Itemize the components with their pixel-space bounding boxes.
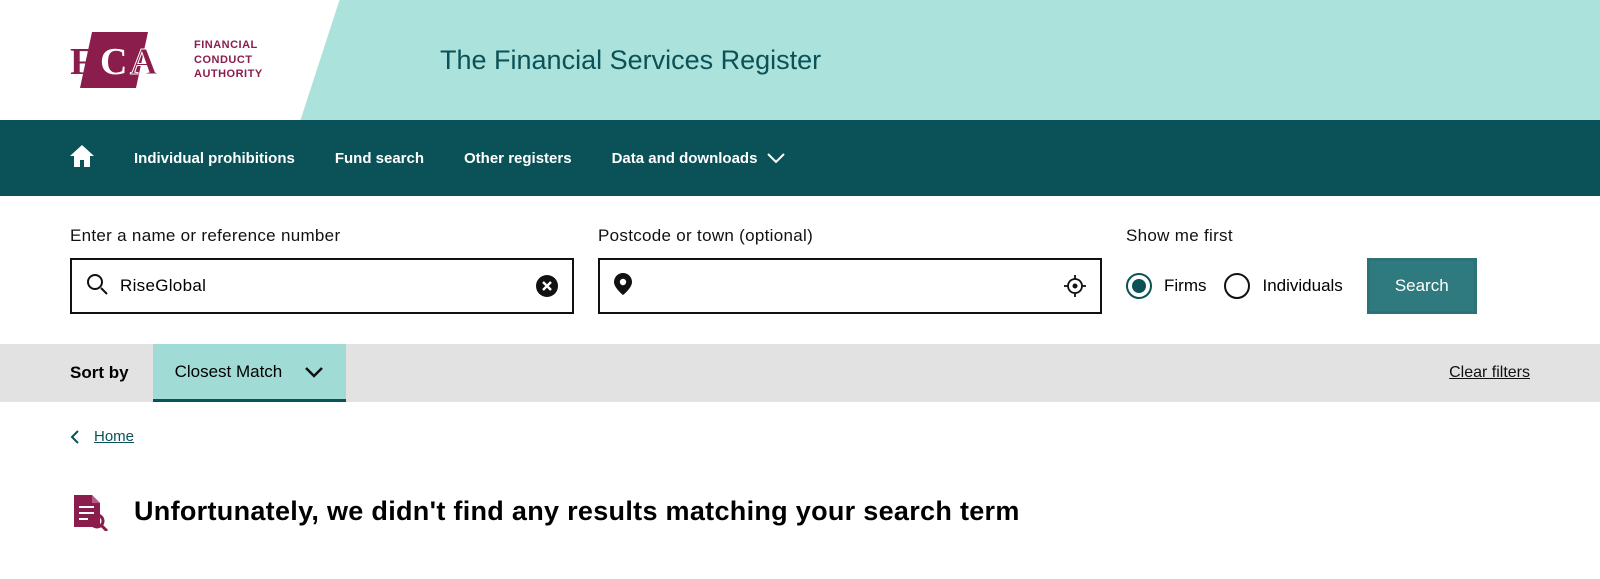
- nav-item-other-registers[interactable]: Other registers: [464, 150, 572, 167]
- breadcrumb: Home: [0, 402, 1600, 455]
- clear-input-button[interactable]: [536, 275, 558, 297]
- radio-firms[interactable]: Firms: [1126, 273, 1206, 299]
- sort-select[interactable]: Closest Match: [153, 344, 347, 402]
- results-block: Unfortunately, we didn't find any result…: [0, 455, 1600, 551]
- page-title: The Financial Services Register: [440, 45, 821, 76]
- chevron-down-icon: [767, 153, 785, 163]
- nav-label: Data and downloads: [612, 150, 758, 167]
- postcode-input-wrap[interactable]: [598, 258, 1102, 314]
- search-icon: [86, 273, 108, 300]
- logo-line2: CONDUCT: [194, 53, 263, 68]
- name-label: Enter a name or reference number: [70, 226, 574, 246]
- radio-individuals[interactable]: Individuals: [1224, 273, 1342, 299]
- radio-group: Firms Individuals: [1126, 258, 1343, 314]
- postcode-input[interactable]: [644, 276, 1052, 296]
- locate-button[interactable]: [1064, 275, 1086, 297]
- header: F C A FINANCIAL CONDUCT AUTHORITY The Fi…: [0, 0, 1600, 120]
- show-first-label: Show me first: [1126, 226, 1343, 246]
- name-input-wrap[interactable]: [70, 258, 574, 314]
- nav-item-fund-search[interactable]: Fund search: [335, 150, 424, 167]
- radio-label-firms: Firms: [1164, 276, 1206, 296]
- nav-home[interactable]: [70, 145, 94, 172]
- sort-left: Sort by Closest Match: [70, 344, 346, 402]
- home-icon: [70, 145, 94, 167]
- postcode-search-group: Postcode or town (optional): [598, 226, 1102, 314]
- locate-icon: [1064, 275, 1086, 297]
- fca-logo[interactable]: F C A FINANCIAL CONDUCT AUTHORITY: [70, 32, 263, 88]
- logo-area: F C A FINANCIAL CONDUCT AUTHORITY: [0, 0, 380, 120]
- sort-selected-value: Closest Match: [175, 362, 283, 382]
- svg-text:A: A: [130, 41, 158, 83]
- chevron-down-icon: [304, 366, 324, 378]
- svg-text:F: F: [70, 41, 93, 83]
- name-search-group: Enter a name or reference number: [70, 226, 574, 314]
- radio-indicator: [1224, 273, 1250, 299]
- nav-label: Fund search: [335, 150, 424, 167]
- no-results-icon: [70, 491, 108, 531]
- logo-line1: FINANCIAL: [194, 38, 263, 53]
- chevron-left-icon: [70, 429, 80, 445]
- no-results-heading: Unfortunately, we didn't find any result…: [134, 496, 1020, 527]
- search-row: Enter a name or reference number Postcod…: [0, 196, 1600, 344]
- fca-logo-icon: F C A: [70, 32, 180, 88]
- search-button[interactable]: Search: [1367, 258, 1477, 314]
- nav-label: Individual prohibitions: [134, 150, 295, 167]
- sort-bar: Sort by Closest Match Clear filters: [0, 344, 1600, 402]
- logo-line3: AUTHORITY: [194, 67, 263, 82]
- clear-filters-link[interactable]: Clear filters: [1449, 364, 1530, 382]
- close-icon: [536, 275, 558, 297]
- nav-item-prohibitions[interactable]: Individual prohibitions: [134, 150, 295, 167]
- pin-icon: [614, 273, 632, 300]
- title-area: The Financial Services Register: [380, 0, 1600, 120]
- name-input[interactable]: [120, 276, 524, 296]
- main-nav: Individual prohibitions Fund search Othe…: [0, 120, 1600, 196]
- nav-label: Other registers: [464, 150, 572, 167]
- nav-item-data-downloads[interactable]: Data and downloads: [612, 150, 786, 167]
- radio-indicator: [1126, 273, 1152, 299]
- svg-text:C: C: [100, 41, 127, 83]
- postcode-label: Postcode or town (optional): [598, 226, 1102, 246]
- logo-text: FINANCIAL CONDUCT AUTHORITY: [194, 38, 263, 83]
- breadcrumb-home[interactable]: Home: [94, 428, 134, 445]
- show-first-group: Show me first Firms Individuals: [1126, 226, 1343, 314]
- sort-label: Sort by: [70, 363, 129, 383]
- radio-label-individuals: Individuals: [1262, 276, 1342, 296]
